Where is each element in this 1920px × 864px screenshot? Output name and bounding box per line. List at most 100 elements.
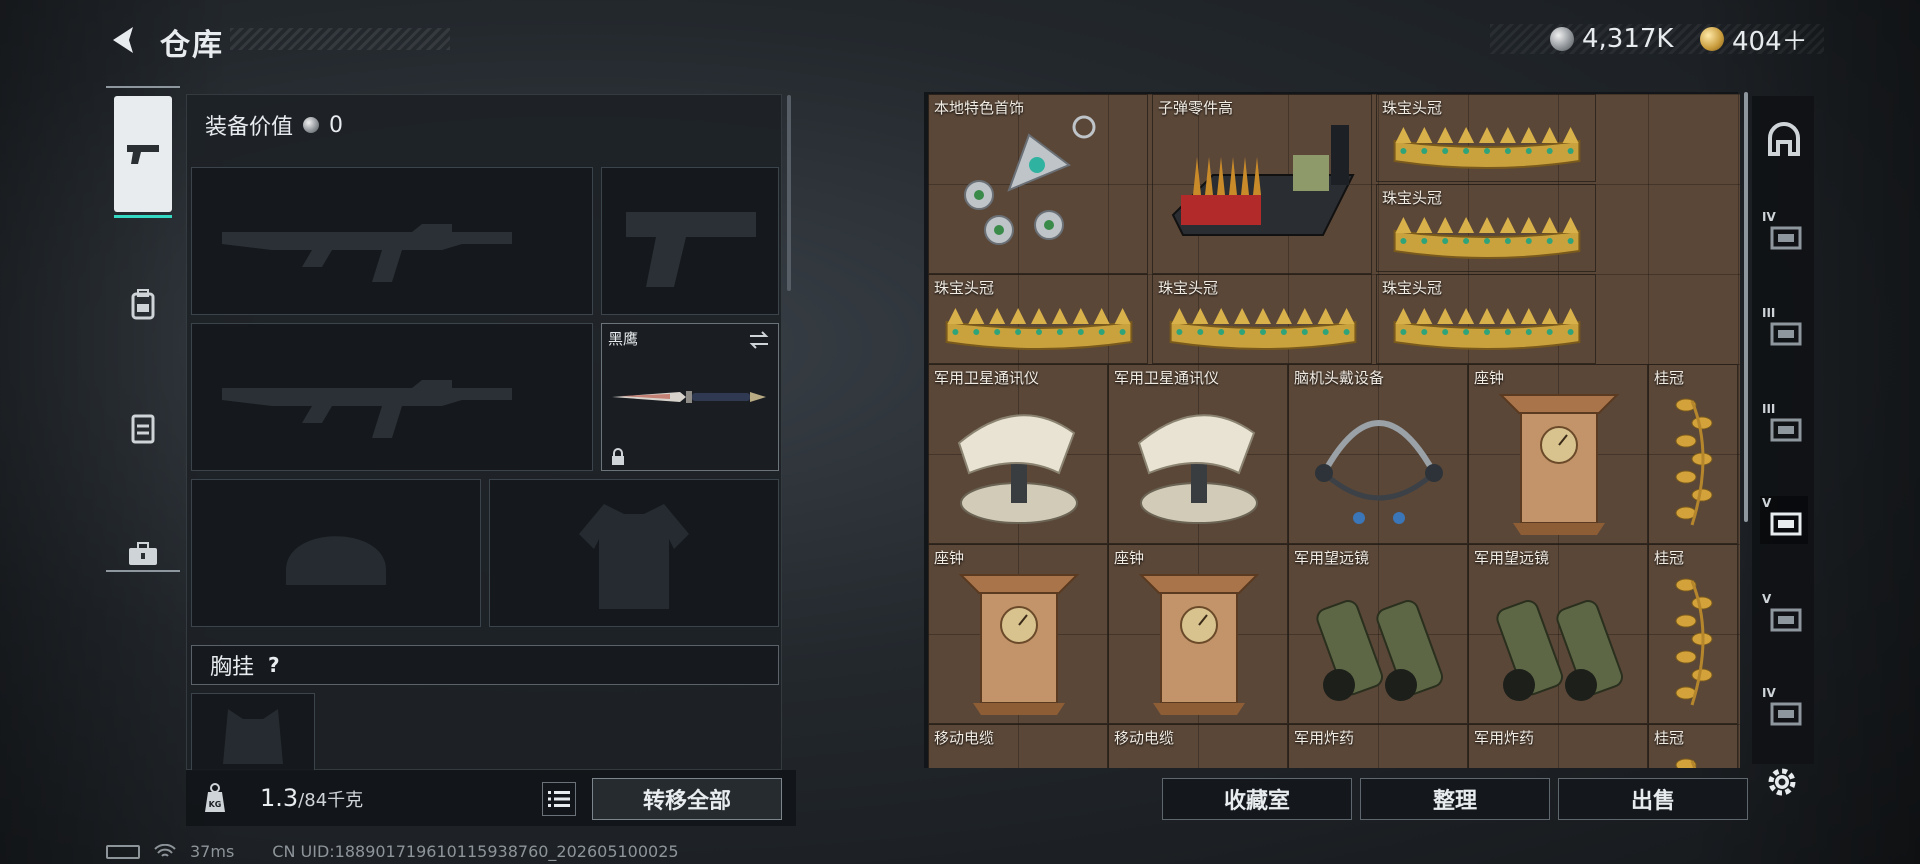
tab-backpack[interactable]: [106, 254, 180, 354]
user-uid: CN UID:1889017196101159387­60_2026051000…: [272, 842, 679, 861]
weight-max: /84千克: [298, 790, 364, 811]
left-category-tabs: [106, 86, 180, 572]
inventory-item[interactable]: 珠宝头冠: [1376, 94, 1596, 182]
capacity-bar: KG 1.3/84千克 转移全部: [186, 770, 796, 826]
inventory-item[interactable]: 军用望远镜: [1468, 544, 1648, 724]
inventory-item[interactable]: 移动电缆: [928, 724, 1108, 768]
list-icon: [548, 791, 570, 807]
inventory-item[interactable]: 军用卫星通讯仪: [1108, 364, 1288, 544]
silver-amount: 4,317K: [1582, 24, 1674, 54]
vest-icon: [131, 414, 155, 444]
equipment-scrollbar[interactable]: [787, 95, 791, 291]
chest-rig-slot[interactable]: [191, 693, 315, 771]
inventory-item[interactable]: 桂冠: [1648, 364, 1738, 544]
item-name: 座钟: [1474, 369, 1505, 387]
inventory-item[interactable]: 军用卫星通讯仪: [928, 364, 1108, 544]
inventory-item[interactable]: 子弹零件高: [1152, 94, 1372, 274]
clock-icon: [1138, 574, 1260, 715]
container-tier-label: IV: [1762, 210, 1776, 224]
item-name: 珠宝头冠: [1382, 279, 1443, 297]
settings-button[interactable]: [1762, 762, 1802, 802]
melee-weapon-slot[interactable]: 黑鹰: [601, 323, 779, 471]
inventory-item[interactable]: 座钟: [1108, 544, 1288, 724]
help-button[interactable]: ?: [268, 653, 280, 677]
binoculars-icon: [1496, 600, 1624, 701]
item-name: 桂冠: [1654, 369, 1685, 387]
equipment-value-label: 装备价值: [205, 115, 294, 140]
item-name: 脑机头戴设备: [1294, 369, 1385, 387]
container-tab[interactable]: IV: [1760, 686, 1808, 734]
inventory-item[interactable]: 珠宝头冠: [1376, 184, 1596, 272]
inventory-item[interactable]: 座钟: [1468, 364, 1648, 544]
inventory-item[interactable]: 军用炸药: [1288, 724, 1468, 768]
second-primary-weapon-slot[interactable]: [191, 323, 593, 471]
binoculars-icon: [1316, 600, 1444, 701]
item-name: 珠宝头冠: [934, 279, 995, 297]
tab-vest[interactable]: [106, 378, 180, 478]
collection-room-button[interactable]: 收藏室: [1162, 778, 1352, 820]
inventory-item[interactable]: 桂冠: [1648, 724, 1738, 768]
container-sidebar: IV III III V V IV: [1752, 96, 1814, 764]
rifle-silhouette-icon: [222, 380, 512, 438]
container-tab[interactable]: III: [1760, 306, 1808, 354]
inventory-item[interactable]: 珠宝头冠: [1376, 274, 1596, 364]
helmet-icon: [1768, 122, 1800, 156]
container-tier-label: V: [1762, 592, 1772, 606]
lock-icon: [612, 448, 624, 465]
body-armor-slot[interactable]: [489, 479, 779, 627]
silver-coin-icon: [1550, 27, 1574, 51]
inventory-item[interactable]: 座钟: [928, 544, 1108, 724]
container-tab[interactable]: V: [1760, 496, 1808, 544]
item-name: 珠宝头冠: [1382, 189, 1443, 207]
swap-icon[interactable]: [748, 330, 770, 350]
satcom-icon: [957, 414, 1078, 524]
warehouse-scrollbar[interactable]: [1744, 92, 1748, 522]
inventory-item[interactable]: 桂冠: [1648, 544, 1738, 724]
jewelry-icon: [964, 115, 1096, 245]
item-name: 本地特色首饰: [934, 99, 1025, 117]
secondary-weapon-slot[interactable]: [601, 167, 779, 315]
item-name: 桂冠: [1654, 549, 1685, 567]
silver-currency[interactable]: 4,317K: [1550, 22, 1673, 56]
gold-currency[interactable]: 404＋: [1700, 22, 1808, 57]
battery-icon: [106, 844, 140, 859]
inventory-item[interactable]: 珠宝头冠: [928, 274, 1148, 364]
ammo-parts-icon: [1171, 125, 1355, 236]
tab-toolbox[interactable]: [106, 504, 180, 604]
container-tab[interactable]: III: [1760, 402, 1808, 450]
weight-icon-text: KG: [209, 800, 222, 809]
transfer-all-button[interactable]: 转移全部: [592, 778, 782, 820]
container-tier-label: IV: [1762, 686, 1776, 700]
inventory-item[interactable]: 本地特色首饰: [928, 94, 1148, 274]
helmet-silhouette-icon: [286, 536, 386, 585]
organize-button[interactable]: 整理: [1360, 778, 1550, 820]
ping-value: 37ms: [190, 842, 235, 861]
container-tab[interactable]: IV: [1760, 210, 1808, 258]
sell-button[interactable]: 出售: [1558, 778, 1748, 820]
primary-weapon-slot[interactable]: [191, 167, 593, 315]
back-arrow-icon: [113, 27, 133, 53]
toolbox-icon: [129, 542, 157, 565]
helmet-slot[interactable]: [191, 479, 481, 627]
backpack-icon: [131, 289, 155, 320]
pistol-icon: [127, 145, 159, 164]
inventory-item[interactable]: 脑机头戴设备: [1288, 364, 1468, 544]
item-name: 军用炸药: [1474, 729, 1535, 747]
chest-rig-silhouette-icon: [223, 709, 283, 764]
back-button[interactable]: [104, 20, 144, 60]
container-tab[interactable]: V: [1760, 592, 1808, 640]
inventory-item[interactable]: 军用望远镜: [1288, 544, 1468, 724]
item-name: 移动电缆: [1114, 729, 1175, 747]
container-tier-label: V: [1762, 496, 1772, 510]
status-line: 37ms CN UID:1889017196101159387­60_20260…: [106, 842, 679, 861]
inventory-item[interactable]: 珠宝头冠: [1152, 274, 1372, 364]
chest-rig-header: 胸挂 ?: [191, 645, 779, 685]
inventory-item[interactable]: 军用炸药: [1468, 724, 1648, 768]
list-view-button[interactable]: [542, 782, 576, 816]
weight-icon: KG: [205, 783, 225, 812]
tab-firearms[interactable]: [114, 96, 172, 218]
inventory-item[interactable]: 移动电缆: [1108, 724, 1288, 768]
item-name: 军用卫星通讯仪: [934, 369, 1040, 387]
item-name: 军用望远镜: [1294, 549, 1370, 567]
container-tab[interactable]: [1760, 116, 1808, 164]
